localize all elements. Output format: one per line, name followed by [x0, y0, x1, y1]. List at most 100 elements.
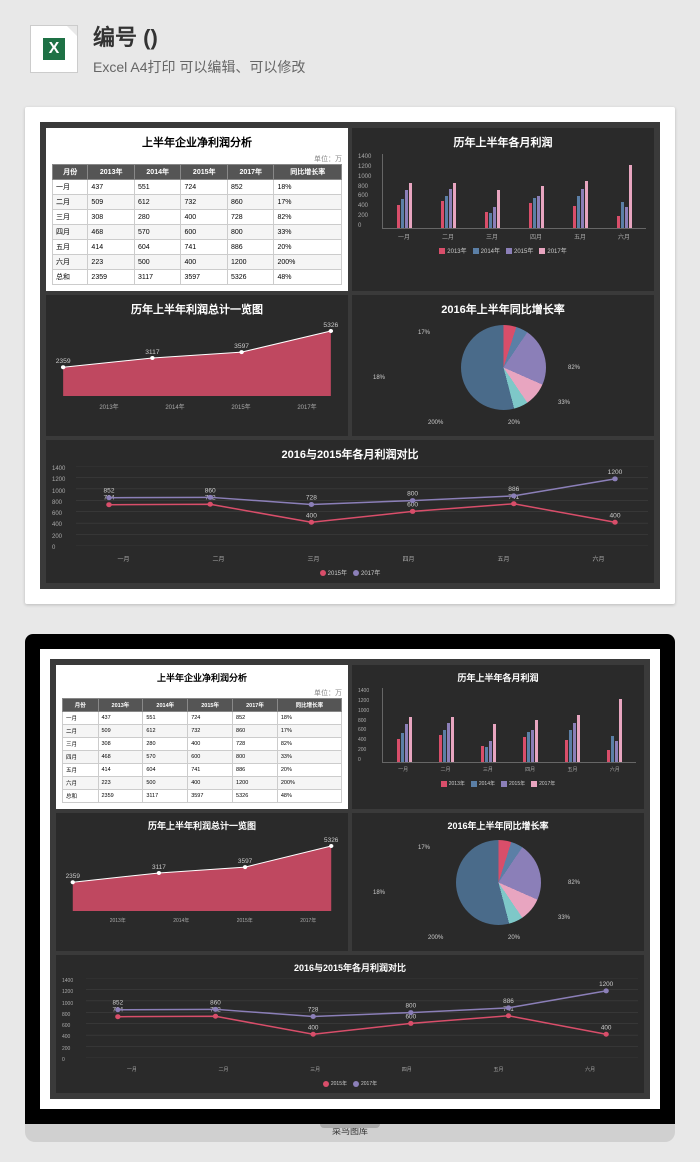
bar-group	[617, 154, 632, 228]
bar-group	[441, 154, 456, 228]
pie-wrap: 18%17%82%33%20%200%	[358, 840, 638, 945]
svg-text:886: 886	[508, 486, 520, 493]
bar	[409, 717, 412, 762]
pie-label: 17%	[418, 330, 430, 336]
table-cell: 1200	[227, 255, 274, 270]
pie-wrap: 18%17%82%33%20%200%	[358, 325, 648, 430]
table-cell: 724	[181, 180, 228, 195]
bar-body	[382, 688, 636, 763]
bar	[493, 724, 496, 762]
svg-text:860: 860	[210, 999, 221, 1006]
table-cell: 5326	[227, 270, 274, 285]
bar	[443, 730, 446, 762]
svg-text:400: 400	[306, 513, 318, 520]
table-cell: 18%	[277, 712, 341, 725]
bar	[577, 715, 580, 762]
line-legend: 2015年2017年	[62, 1080, 638, 1087]
line-chart: 0200400600800100012001400724732400600741…	[62, 978, 638, 1078]
table-title: 上半年企业净利润分析	[52, 134, 342, 150]
table-cell: 48%	[274, 270, 342, 285]
bar-legend: 2013年2014年2015年2017年	[358, 780, 638, 787]
svg-text:5326: 5326	[324, 837, 339, 844]
area-title: 历年上半年利润总计一览图	[52, 301, 342, 317]
dashboard-small: 上半年企业净利润分析 单位：万 月份2013年2014年2015年2017年同比…	[50, 659, 650, 1099]
table-cell: 1200	[233, 777, 278, 790]
table-row: 二月50961273286017%	[63, 725, 342, 738]
table-row: 四月46857060080033%	[63, 751, 342, 764]
svg-text:886: 886	[503, 998, 514, 1005]
table-cell: 852	[227, 180, 274, 195]
table-header: 2014年	[143, 699, 188, 712]
table-cell: 728	[233, 738, 278, 751]
bar	[535, 720, 538, 762]
table-header: 月份	[53, 165, 88, 180]
table-cell: 612	[143, 725, 188, 738]
table-cell: 20%	[277, 764, 341, 777]
bar-chart: 0200400600800100012001400一月二月三月四月五月六月	[358, 154, 648, 244]
table-header: 2015年	[181, 165, 228, 180]
table-row: 四月46857060080033%	[53, 225, 342, 240]
bar	[409, 183, 412, 228]
line-panel: 2016与2015年各月利润对比 02004006008001000120014…	[56, 955, 644, 1093]
line-title: 2016与2015年各月利润对比	[52, 446, 648, 462]
laptop-base: 菜鸟图库	[25, 1124, 675, 1142]
bar	[577, 196, 580, 228]
table-cell: 551	[143, 712, 188, 725]
bar	[441, 201, 444, 228]
table-cell: 604	[134, 240, 181, 255]
line-axis-y: 0200400600800100012001400	[62, 978, 84, 1063]
svg-text:400: 400	[609, 513, 621, 520]
profit-table: 月份2013年2014年2015年2017年同比增长率一月43755172485…	[52, 164, 342, 285]
bar	[493, 207, 496, 228]
table-cell: 437	[88, 180, 135, 195]
pie-chart	[461, 325, 546, 410]
bar-panel: 历年上半年各月利润 0200400600800100012001400一月二月三…	[352, 128, 654, 291]
table-cell: 82%	[274, 210, 342, 225]
table-cell: 500	[143, 777, 188, 790]
table-cell: 17%	[277, 725, 341, 738]
laptop-screen: 上半年企业净利润分析 单位：万 月份2013年2014年2015年2017年同比…	[25, 634, 675, 1124]
table-cell: 308	[88, 210, 135, 225]
bar	[447, 723, 450, 762]
bar-group	[529, 154, 544, 228]
bar	[485, 212, 488, 228]
table-cell: 732	[181, 195, 228, 210]
page-title: 编号 ()	[93, 20, 305, 52]
table-cell: 总和	[63, 790, 99, 803]
bar	[611, 736, 614, 762]
table-cell: 800	[233, 751, 278, 764]
svg-text:3117: 3117	[145, 349, 160, 356]
table-cell: 223	[88, 255, 135, 270]
svg-text:728: 728	[306, 495, 318, 502]
table-cell: 一月	[53, 180, 88, 195]
svg-text:2359: 2359	[66, 873, 81, 880]
table-cell: 3117	[134, 270, 181, 285]
bar	[569, 730, 572, 762]
bar	[617, 216, 620, 228]
bar	[541, 186, 544, 228]
area-axis-x: 2013年2014年2015年2017年	[76, 402, 340, 414]
bar-group	[607, 688, 622, 762]
pie-panel: 2016年上半年同比增长率 18%17%82%33%20%200%	[352, 295, 654, 436]
bar-axis-x: 一月二月三月四月五月六月	[382, 232, 646, 244]
bar	[397, 739, 400, 762]
header-text: 编号 () Excel A4打印 可以编辑、可以修改	[93, 20, 305, 77]
bar	[531, 730, 534, 762]
table-cell: 860	[233, 725, 278, 738]
pie-label: 82%	[568, 365, 580, 371]
table-cell: 17%	[274, 195, 342, 210]
bar-axis-x: 一月二月三月四月五月六月	[382, 766, 636, 778]
svg-text:400: 400	[601, 1024, 612, 1031]
svg-text:2359: 2359	[56, 358, 71, 365]
table-cell: 800	[227, 225, 274, 240]
table-header: 月份	[63, 699, 99, 712]
table-cell: 600	[188, 751, 233, 764]
excel-x-badge: X	[43, 38, 66, 60]
table-cell: 一月	[63, 712, 99, 725]
table-cell: 600	[181, 225, 228, 240]
bar	[405, 724, 408, 762]
table-cell: 852	[233, 712, 278, 725]
laptop-content: 上半年企业净利润分析 单位：万 月份2013年2014年2015年2017年同比…	[40, 649, 660, 1109]
table-cell: 860	[227, 195, 274, 210]
bar	[453, 183, 456, 228]
